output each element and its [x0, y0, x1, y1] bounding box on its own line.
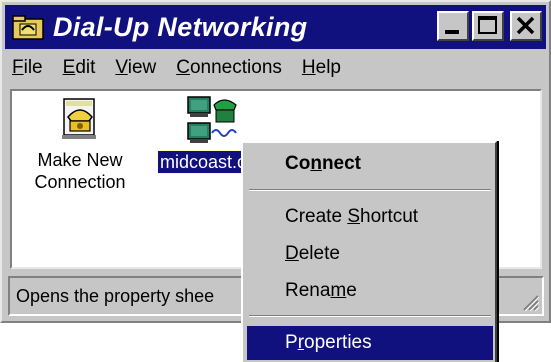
dialup-connection-icon[interactable]	[184, 93, 244, 145]
properties-post: operties	[304, 332, 372, 353]
folder-phone-icon	[11, 13, 45, 41]
resize-grip-icon[interactable]	[518, 290, 540, 312]
menu-edit[interactable]: Edit	[53, 57, 106, 79]
create-shortcut-pre: Create	[285, 206, 348, 227]
minimize-button[interactable]	[437, 11, 469, 41]
window-title: Dial-Up Networking	[53, 11, 308, 42]
menu-connections-key: C	[176, 57, 190, 78]
create-shortcut-key: S	[347, 206, 360, 227]
menu-item-properties[interactable]: Properties	[247, 326, 493, 360]
status-text: Opens the property shee	[16, 286, 215, 306]
menu-view-post: iew	[127, 57, 157, 78]
menu-connections-post: onnections	[189, 57, 282, 78]
connect-pre: Co	[285, 153, 311, 174]
menu-connections[interactable]: Connections	[166, 57, 292, 79]
context-menu: Connect Create Shortcut Delete Rename Pr…	[241, 141, 497, 362]
title-bar[interactable]: Dial-Up Networking	[5, 5, 546, 49]
delete-key: D	[285, 243, 299, 264]
menu-view[interactable]: View	[105, 57, 166, 79]
menu-item-rename[interactable]: Rename	[247, 274, 493, 308]
make-new-connection-icon[interactable]	[54, 97, 104, 143]
close-button[interactable]	[510, 11, 542, 41]
menu-help-post: elp	[315, 57, 341, 78]
menu-edit-key: E	[62, 57, 76, 78]
menu-item-connect[interactable]: Connect	[247, 147, 493, 181]
delete-post: elete	[298, 243, 340, 264]
connect-key: n	[310, 153, 322, 174]
menu-separator	[249, 189, 491, 191]
make-new-connection-line1: Make New	[37, 150, 123, 170]
menu-file[interactable]: File	[5, 57, 53, 79]
close-icon	[516, 16, 535, 35]
menu-help-key: H	[301, 57, 316, 78]
menu-item-delete[interactable]: Delete	[247, 237, 493, 271]
menu-bar: File Edit View Connections Help	[5, 51, 546, 85]
midcoast-connection-label[interactable]: midcoast.c	[156, 150, 250, 174]
menu-edit-post: dit	[75, 57, 96, 78]
menu-file-post: ile	[23, 57, 43, 78]
menu-separator	[249, 315, 491, 317]
minimize-icon	[445, 30, 459, 34]
maximize-button[interactable]	[472, 11, 504, 41]
menu-help[interactable]: Help	[292, 57, 351, 79]
rename-pre: Rena	[285, 280, 331, 301]
make-new-connection-label[interactable]: Make New Connection	[30, 149, 130, 193]
make-new-connection-line2: Connection	[34, 172, 126, 192]
properties-pre: P	[285, 332, 298, 353]
rename-post: e	[346, 280, 357, 301]
connect-post: nect	[321, 153, 362, 174]
create-shortcut-post: hortcut	[360, 206, 419, 227]
menu-item-create-shortcut[interactable]: Create Shortcut	[247, 200, 493, 234]
menu-file-key: F	[12, 57, 24, 78]
menu-view-key: V	[115, 57, 128, 78]
maximize-icon	[478, 16, 497, 34]
rename-key: m	[330, 280, 347, 301]
